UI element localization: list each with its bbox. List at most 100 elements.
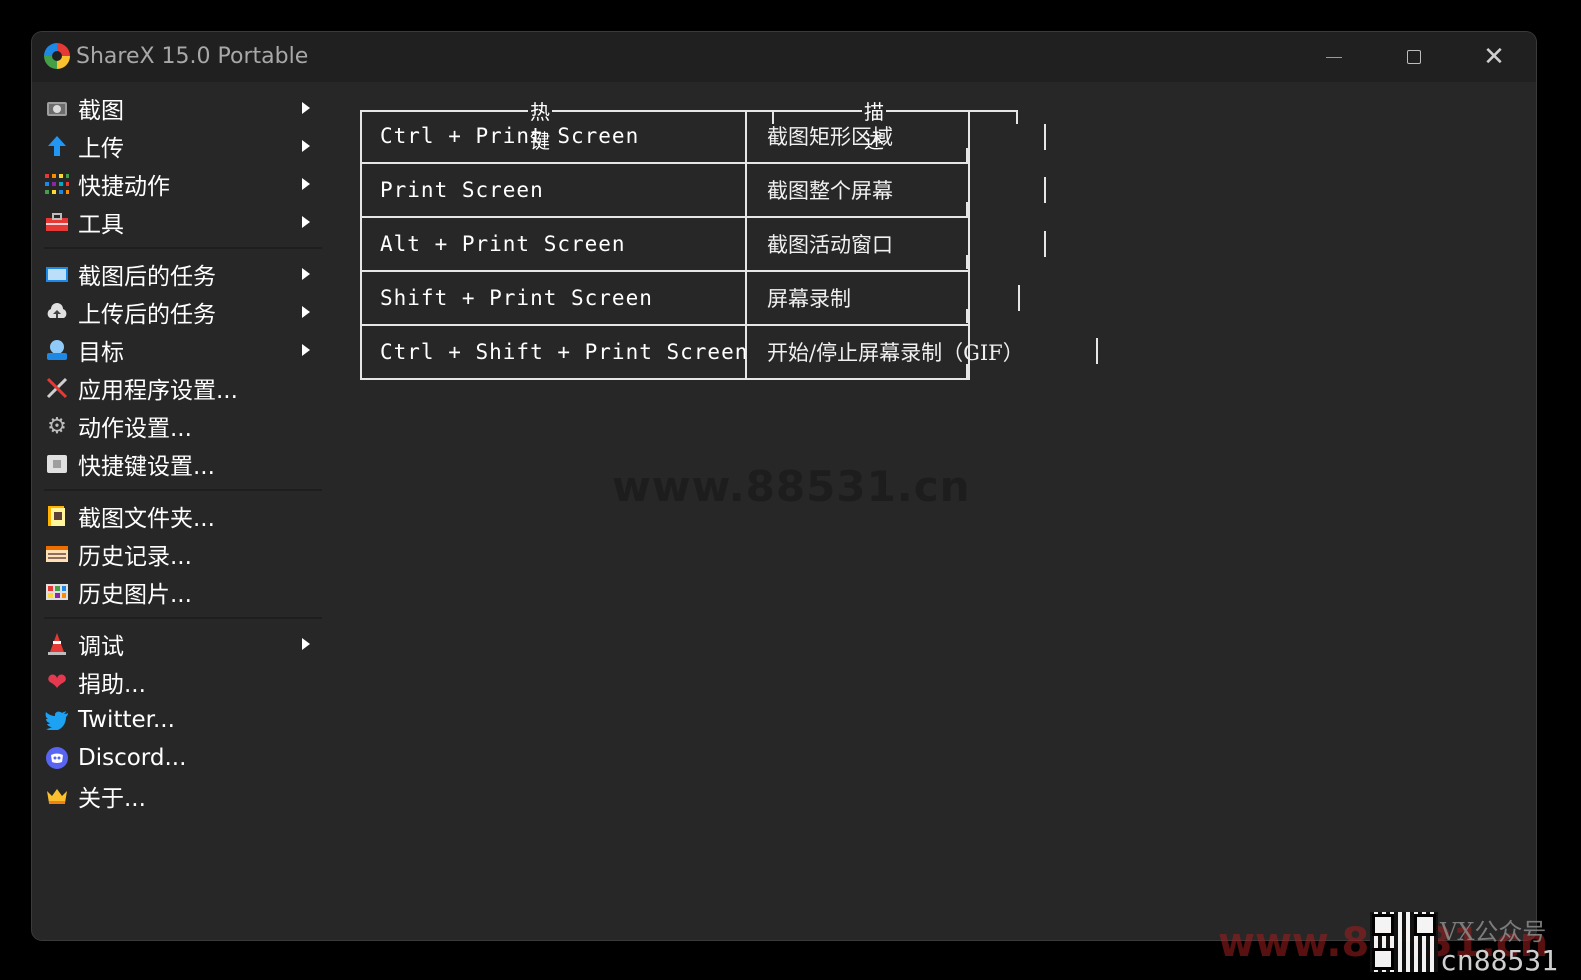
discord-icon — [45, 746, 69, 770]
hotkey-cell: Ctrl + Print Screen — [362, 110, 747, 162]
submenu-arrow-icon — [302, 344, 310, 356]
minimize-button[interactable] — [1294, 32, 1374, 82]
menu-item-after-capture-tasks[interactable]: 截图后的任务 — [32, 255, 322, 293]
hotkey-cell: Ctrl + Shift + Print Screen — [362, 326, 747, 378]
table-edge-mark — [966, 255, 968, 269]
menu-item-label: 截图文件夹... — [78, 506, 215, 532]
keyboard-icon — [45, 452, 69, 476]
window-title: ShareX 15.0 Portable — [76, 44, 309, 69]
description-cell: 开始/停止屏幕录制（GIF） — [767, 341, 1024, 365]
menu-item-label: 捐助... — [78, 672, 146, 698]
menu-item-discord[interactable]: Discord... — [32, 739, 322, 777]
submenu-arrow-icon — [302, 268, 310, 280]
menu-item-quick-actions[interactable]: 快捷动作 — [32, 165, 322, 203]
menu-item-label: 调试 — [78, 634, 124, 660]
menu-item-label: 上传后的任务 — [78, 302, 216, 328]
menu-item-capture[interactable]: 截图 — [32, 89, 322, 127]
maximize-button[interactable] — [1374, 32, 1454, 82]
menu-item-screenshots-folder[interactable]: 截图文件夹... — [32, 497, 322, 535]
submenu-arrow-icon — [302, 178, 310, 190]
table-row: Shift + Print Screen 屏幕录制 — [362, 272, 968, 326]
hotkey-table: Ctrl + Print Screen 截图矩形区域 Print Screen … — [360, 110, 1024, 380]
menu-item-task-settings[interactable]: ⚙ 动作设置... — [32, 407, 322, 445]
qr-corner — [1414, 914, 1436, 936]
tools-icon — [45, 376, 69, 400]
maximize-icon — [1407, 50, 1421, 64]
hotkey-cell: Alt + Print Screen — [362, 218, 747, 270]
table-edge-mark — [1044, 177, 1046, 203]
submenu-arrow-icon — [302, 638, 310, 650]
menu-item-label: 快捷键设置... — [78, 454, 215, 480]
qr-corner — [1372, 914, 1394, 936]
menu-item-label: 历史记录... — [78, 544, 192, 570]
grid-dots-icon — [45, 172, 69, 196]
toolbox-icon — [45, 210, 69, 234]
crown-icon — [45, 784, 69, 808]
hotkey-cell: Print Screen — [362, 164, 747, 216]
menu-item-label: 目标 — [78, 340, 124, 366]
close-icon: ✕ — [1483, 42, 1505, 72]
sharex-logo-icon — [44, 43, 70, 69]
description-cell: 截图矩形区域 — [767, 125, 893, 149]
menu-item-label: 动作设置... — [78, 416, 192, 442]
submenu-arrow-icon — [302, 102, 310, 114]
menu-separator — [32, 241, 322, 255]
menu-item-destinations[interactable]: 目标 — [32, 331, 322, 369]
cone-icon — [45, 632, 69, 656]
table-row: Print Screen 截图整个屏幕 — [362, 164, 968, 218]
after-capture-icon — [45, 262, 69, 286]
close-button[interactable]: ✕ — [1454, 32, 1534, 82]
menu-item-label: Discord... — [78, 745, 187, 771]
heart-icon: ❤ — [46, 668, 68, 696]
menu-item-history[interactable]: 历史记录... — [32, 535, 322, 573]
upload-arrow-icon — [45, 134, 69, 158]
minimize-icon — [1326, 56, 1342, 58]
menu-separator — [32, 483, 322, 497]
table-edge-mark — [966, 364, 968, 378]
history-icon — [45, 542, 69, 566]
menu-item-about[interactable]: 关于... — [32, 777, 322, 815]
submenu-arrow-icon — [302, 306, 310, 318]
menu-item-twitter[interactable]: Twitter... — [32, 701, 322, 739]
table-edge-mark — [966, 309, 968, 323]
menu-item-label: Twitter... — [78, 707, 175, 733]
twitter-icon — [45, 708, 69, 732]
menu-item-image-history[interactable]: 历史图片... — [32, 573, 322, 611]
menu-item-label: 应用程序设置... — [78, 378, 238, 404]
menu-item-application-settings[interactable]: 应用程序设置... — [32, 369, 322, 407]
table-edge-mark — [966, 202, 968, 216]
table-row: Alt + Print Screen 截图活动窗口 — [362, 218, 968, 272]
description-cell: 屏幕录制 — [767, 287, 851, 311]
watermark-vx: VX公众号 — [1440, 918, 1547, 946]
menu-item-after-upload-tasks[interactable]: 上传后的任务 — [32, 293, 322, 331]
header-tick — [1016, 110, 1018, 124]
menu-item-hotkey-settings[interactable]: 快捷键设置... — [32, 445, 322, 483]
folder-icon — [45, 504, 69, 528]
menu-item-donate[interactable]: ❤ 捐助... — [32, 663, 322, 701]
description-cell: 截图整个屏幕 — [767, 179, 893, 203]
gear-icon: ⚙ — [47, 413, 67, 439]
menu-item-label: 截图 — [78, 98, 124, 124]
menu-item-label: 上传 — [78, 136, 124, 162]
destination-icon — [45, 338, 69, 362]
watermark-center: www.88531.cn — [612, 462, 971, 511]
menu-separator — [32, 611, 322, 625]
table-row: Ctrl + Shift + Print Screen 开始/停止屏幕录制（GI… — [362, 326, 1024, 378]
menu-item-label: 历史图片... — [78, 582, 192, 608]
sharex-window: ShareX 15.0 Portable ✕ 截图 上传 快捷动作 工具 截图后… — [32, 32, 1536, 940]
title-bar[interactable]: ShareX 15.0 Portable ✕ — [32, 32, 1536, 82]
menu-item-label: 工具 — [78, 212, 124, 238]
main-menu: 截图 上传 快捷动作 工具 截图后的任务 上传后的任务 目标 应用程序设置...… — [32, 89, 322, 815]
menu-item-label: 截图后的任务 — [78, 264, 216, 290]
submenu-arrow-icon — [302, 140, 310, 152]
qr-code-icon — [1370, 912, 1438, 972]
menu-item-label: 关于... — [78, 786, 146, 812]
menu-item-tools[interactable]: 工具 — [32, 203, 322, 241]
table-edge-mark — [1096, 338, 1098, 364]
table-edge-mark — [966, 148, 968, 162]
watermark-cn: cn88531 — [1440, 944, 1559, 977]
menu-item-upload[interactable]: 上传 — [32, 127, 322, 165]
menu-item-debug[interactable]: 调试 — [32, 625, 322, 663]
table-row: Ctrl + Print Screen 截图矩形区域 — [362, 110, 968, 164]
hotkey-cell: Shift + Print Screen — [362, 272, 747, 324]
